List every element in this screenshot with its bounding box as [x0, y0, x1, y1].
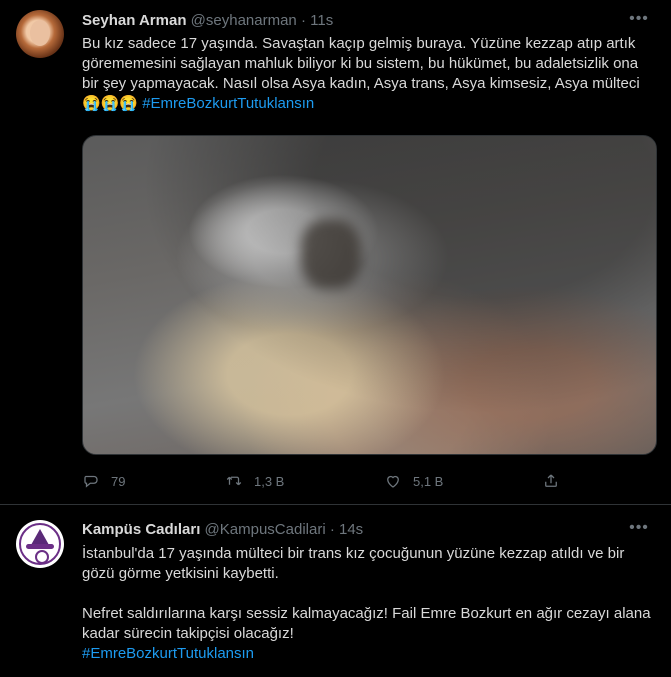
like-count: 5,1 B [413, 473, 444, 489]
reply-button[interactable]: 79 [82, 471, 125, 491]
like-button[interactable]: 5,1 B [384, 471, 443, 491]
display-name[interactable]: Seyhan Arman [82, 12, 186, 29]
more-options-icon[interactable]: ••• [624, 520, 654, 541]
retweet-count: 1,3 B [254, 473, 285, 489]
reply-count: 79 [111, 473, 126, 489]
share-button[interactable] [542, 471, 560, 491]
avatar[interactable] [16, 10, 64, 58]
tweet-paragraph-1: İstanbul'da 17 yaşında mülteci bir trans… [82, 545, 625, 582]
more-options-icon[interactable]: ••• [624, 11, 654, 32]
crying-emoji: 😭😭😭 [82, 95, 139, 112]
tweet-seyhan-arman[interactable]: Seyhan Arman @seyhanarman · 11s ••• Bu k… [0, 0, 671, 504]
user-handle[interactable]: @KampusCadilari [205, 521, 326, 538]
timestamp[interactable]: 14s [339, 521, 363, 538]
reply-icon [84, 475, 98, 488]
user-handle[interactable]: @seyhanarman [191, 12, 297, 29]
hashtag-link[interactable]: #EmreBozkurtTutuklansın [82, 644, 657, 664]
avatar[interactable] [16, 520, 64, 568]
tweet-text: İstanbul'da 17 yaşında mülteci bir trans… [82, 544, 657, 664]
separator-dot: · [329, 521, 335, 538]
tweet-header: Seyhan Arman @seyhanarman · 11s [82, 12, 333, 29]
separator-dot: · [300, 12, 306, 29]
video-media[interactable] [82, 135, 657, 455]
timestamp[interactable]: 11s [310, 12, 333, 29]
share-icon [545, 474, 557, 487]
tweet-header: Kampüs Cadıları @KampusCadilari · 14s [82, 521, 363, 538]
tweet-actions: 79 1,3 B 5,1 B [82, 471, 562, 491]
like-icon [387, 475, 399, 488]
retweet-button[interactable]: 1,3 B [225, 471, 284, 491]
hashtag-link[interactable]: #EmreBozkurtTutuklansın [142, 95, 314, 112]
display-name[interactable]: Kampüs Cadıları [82, 521, 200, 538]
retweet-icon [226, 476, 242, 486]
tweet-paragraph-2: Nefret saldırılarına karşı sessiz kalmay… [82, 605, 651, 642]
tweet-body: Bu kız sadece 17 yaşında. Savaştan kaçıp… [82, 35, 640, 92]
tweet-text: Bu kız sadece 17 yaşında. Savaştan kaçıp… [82, 34, 657, 114]
